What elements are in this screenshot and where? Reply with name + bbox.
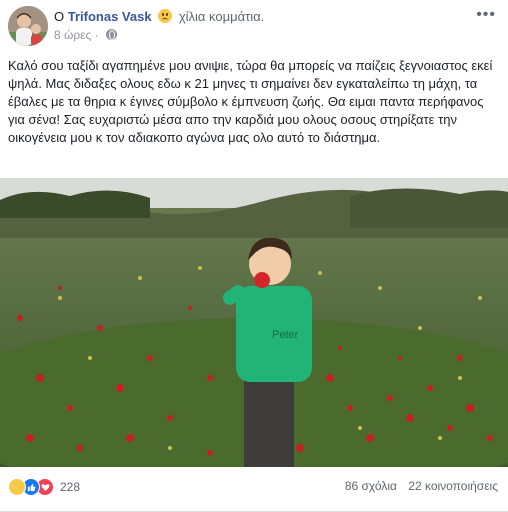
thumbs-up-icon [27, 483, 35, 491]
sad-icon [8, 478, 26, 496]
engagement-counts: 86 σχόλια 22 κοινοποιήσεις [345, 479, 498, 493]
post-card: O Trifonas Vask χίλια κομμάτια. 8 ώρες ·… [0, 0, 508, 512]
post-photo[interactable]: Peter [0, 178, 508, 467]
shares-count-link[interactable]: 22 κοινοποιήσεις [408, 479, 498, 493]
shirt-text: Peter [272, 329, 299, 341]
author-line: O Trifonas Vask χίλια κομμάτια. [54, 9, 264, 24]
more-options-icon[interactable]: ••• [476, 7, 496, 23]
post-header: O Trifonas Vask χίλια κομμάτια. 8 ώρες ·… [8, 6, 500, 46]
author-name-link[interactable]: Trifonas Vask [68, 9, 152, 24]
reaction-count: 228 [60, 480, 81, 494]
sad-feeling-icon [158, 9, 173, 23]
post-text: Καλό σου ταξίδι αγαπημένε μου ανιψιε, τώ… [8, 58, 493, 145]
post-meta: 8 ώρες · [54, 28, 118, 42]
avatar-image [8, 6, 48, 46]
reactions-summary[interactable]: 228 [8, 478, 80, 496]
post-footer: 228 86 σχόλια 22 κοινοποιήσεις [0, 467, 508, 512]
feeling-text: χίλια κομμάτια. [178, 9, 265, 24]
photo-image: Peter [0, 178, 508, 467]
post-timestamp[interactable]: 8 ώρες · [54, 28, 99, 42]
author-avatar[interactable] [8, 6, 48, 46]
comments-count-link[interactable]: 86 σχόλια [345, 479, 397, 493]
heart-icon [40, 483, 50, 491]
globe-icon[interactable] [106, 29, 118, 40]
author-prefix: O [54, 9, 65, 24]
